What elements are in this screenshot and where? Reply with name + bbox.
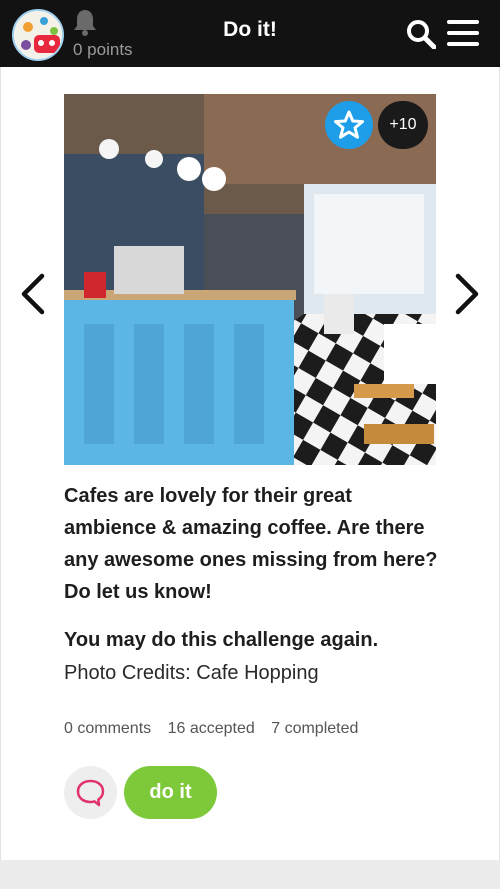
challenge-stats: 0 comments 16 accepted 7 completed: [64, 720, 370, 738]
chevron-left-icon[interactable]: [18, 270, 48, 318]
chevron-right-icon[interactable]: [452, 270, 482, 318]
points-label: 0 points: [73, 40, 133, 59]
favorite-star-icon[interactable]: [325, 101, 373, 149]
challenge-description: Cafes are lovely for their great ambienc…: [64, 485, 438, 603]
completed-count[interactable]: 7 completed: [271, 720, 358, 737]
accepted-count[interactable]: 16 accepted: [168, 720, 255, 737]
comment-icon: [76, 779, 105, 807]
do-it-button[interactable]: do it: [124, 766, 217, 819]
top-bar: 0 points Do it!: [0, 0, 500, 67]
repeat-note: You may do this challenge again.: [64, 629, 379, 651]
photo-credits: Photo Credits: Cafe Hopping: [64, 662, 319, 684]
search-icon[interactable]: [406, 19, 437, 50]
comment-button[interactable]: [64, 766, 117, 819]
menu-icon[interactable]: [447, 20, 479, 46]
comments-count[interactable]: 0 comments: [64, 720, 151, 737]
points-badge: +10: [378, 101, 428, 149]
challenge-photo[interactable]: [64, 94, 436, 465]
next-card-edge: [0, 860, 500, 889]
